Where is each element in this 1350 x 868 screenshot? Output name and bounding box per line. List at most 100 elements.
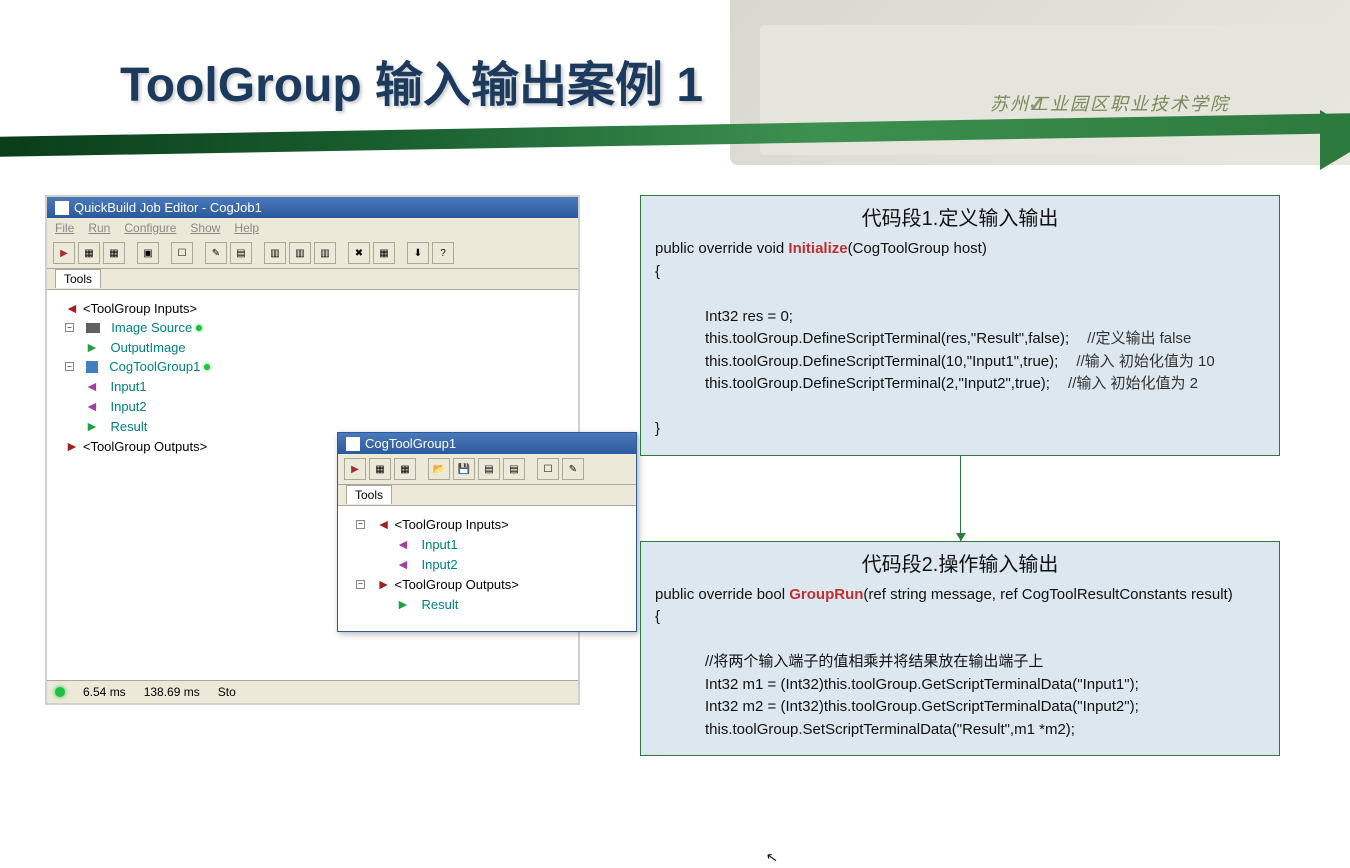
tree-node[interactable]: Input2: [110, 399, 146, 414]
code-text: {: [655, 261, 1265, 284]
help-button[interactable]: ?: [432, 242, 454, 264]
toolbar-btn[interactable]: ▥: [264, 242, 286, 264]
toolbar: ▶ ▦ ▦ ▣ ☐ ✎ ▤ ▥ ▥ ▥ ✖ ▦ ⬇ ?: [47, 238, 578, 269]
toolbar-btn[interactable]: ▤: [230, 242, 252, 264]
arrow-out-icon: ►: [65, 438, 79, 454]
status-dot-icon: [196, 325, 202, 331]
status-dot-icon: [204, 364, 210, 370]
code-keyword: GroupRun: [789, 586, 863, 603]
tree-node[interactable]: Input1: [110, 379, 146, 394]
toolbar-btn[interactable]: ✎: [562, 458, 584, 480]
tree-node[interactable]: Image Source: [111, 320, 192, 335]
tree-node[interactable]: <ToolGroup Inputs>: [83, 301, 197, 316]
code-text: (CogToolGroup host): [848, 240, 987, 257]
arrow-in-icon: ◄: [85, 398, 99, 414]
arrow-out-icon: ►: [377, 576, 391, 592]
toolbar-btn[interactable]: ▦: [369, 458, 391, 480]
code-text: this.toolGroup.SetScriptTerminalData("Re…: [705, 719, 1075, 742]
arrow-in-icon: ◄: [65, 300, 79, 316]
status-time2: 138.69 ms: [144, 685, 200, 699]
menu-run[interactable]: Run: [88, 221, 110, 235]
toolbar-btn[interactable]: ▦: [394, 458, 416, 480]
menu-bar[interactable]: File Run Configure Show Help: [47, 218, 578, 238]
toolbar-btn[interactable]: ⬇: [407, 242, 429, 264]
toolbar-btn[interactable]: ✎: [205, 242, 227, 264]
code-text: this.toolGroup.DefineScriptTerminal(2,"I…: [705, 373, 1050, 396]
toolbar-btn[interactable]: ▤: [503, 458, 525, 480]
tools-tab[interactable]: Tools: [55, 269, 101, 288]
subwin-toolbar: ▶ ▦ ▦ 📂 💾 ▤ ▤ ☐ ✎: [338, 454, 636, 485]
toolbar-btn[interactable]: ▤: [478, 458, 500, 480]
toolbar-btn[interactable]: ▥: [314, 242, 336, 264]
tools-tab[interactable]: Tools: [346, 485, 392, 504]
open-button[interactable]: 📂: [428, 458, 450, 480]
window-titlebar: QuickBuild Job Editor - CogJob1: [47, 197, 578, 218]
subwin-tree[interactable]: − ◄<ToolGroup Inputs> ◄ Input1 ◄ Input2 …: [338, 506, 636, 631]
tree-node[interactable]: Input2: [421, 557, 457, 572]
code-column: 代码段1.定义输入输出 public override void Initial…: [640, 195, 1350, 756]
status-stop: Sto: [218, 685, 236, 699]
code-text: this.toolGroup.DefineScriptTerminal(res,…: [705, 328, 1069, 351]
tree-node[interactable]: <ToolGroup Outputs>: [394, 577, 518, 592]
cursor-icon: ↖: [764, 846, 779, 868]
flow-arrow-icon: [960, 456, 961, 541]
toolgroup-icon: [86, 361, 98, 373]
toolbar-btn[interactable]: ▣: [137, 242, 159, 264]
slide-header: ✓ 苏州工业园区职业技术学院 ToolGroup 输入输出案例 1: [0, 0, 1350, 180]
arrow-out-icon: ►: [396, 596, 410, 612]
code1-title: 代码段1.定义输入输出: [655, 204, 1265, 234]
code-text: Int32 m2 = (Int32)this.toolGroup.GetScri…: [705, 696, 1139, 719]
page-title: ToolGroup 输入输出案例 1: [120, 45, 703, 115]
code-text: this.toolGroup.DefineScriptTerminal(10,"…: [705, 351, 1058, 374]
menu-configure[interactable]: Configure: [124, 221, 176, 235]
code-comment: //输入 初始化值为 2: [1068, 373, 1198, 396]
cogtoolgroup-window: CogToolGroup1 ▶ ▦ ▦ 📂 💾 ▤ ▤ ☐ ✎ Tools − …: [337, 432, 637, 632]
run-button[interactable]: ▶: [53, 242, 75, 264]
code-text: }: [655, 418, 1265, 441]
tree-node[interactable]: CogToolGroup1: [109, 359, 200, 374]
code-text: Int32 m1 = (Int32)this.toolGroup.GetScri…: [705, 674, 1139, 697]
tree-node[interactable]: Result: [110, 419, 147, 434]
toolbar-btn[interactable]: ▦: [373, 242, 395, 264]
collapse-icon[interactable]: −: [356, 520, 365, 529]
code-text: public override void: [655, 240, 788, 257]
app-icon: [55, 201, 69, 215]
code-block-1: 代码段1.定义输入输出 public override void Initial…: [640, 195, 1280, 456]
status-time1: 6.54 ms: [83, 685, 126, 699]
toolbar-btn[interactable]: ✖: [348, 242, 370, 264]
menu-show[interactable]: Show: [190, 221, 220, 235]
menu-file[interactable]: File: [55, 221, 74, 235]
code-text: public override bool: [655, 586, 789, 603]
subwin-tools-tab-bar: Tools: [338, 485, 636, 506]
menu-help[interactable]: Help: [234, 221, 259, 235]
subwin-titlebar: CogToolGroup1: [338, 433, 636, 454]
collapse-icon[interactable]: −: [65, 362, 74, 371]
code-text: {: [655, 606, 1265, 629]
toolbar-btn[interactable]: ▥: [289, 242, 311, 264]
app-icon: [346, 437, 360, 451]
code-text: (ref string message, ref CogToolResultCo…: [863, 586, 1232, 603]
tree-node[interactable]: <ToolGroup Outputs>: [83, 439, 207, 454]
quickbuild-screenshot: QuickBuild Job Editor - CogJob1 File Run…: [45, 195, 580, 705]
toolbar-btn[interactable]: ☐: [171, 242, 193, 264]
toolbar-btn[interactable]: ☐: [537, 458, 559, 480]
status-bar: 6.54 ms 138.69 ms Sto: [47, 680, 578, 703]
tree-node[interactable]: OutputImage: [110, 340, 185, 355]
content-row: QuickBuild Job Editor - CogJob1 File Run…: [45, 195, 1350, 756]
code-text: Int32 res = 0;: [705, 306, 793, 329]
code-comment: //输入 初始化值为 10: [1076, 351, 1214, 374]
tools-tab-bar: Tools: [47, 269, 578, 290]
save-button[interactable]: 💾: [453, 458, 475, 480]
tree-node[interactable]: Result: [421, 597, 458, 612]
toolbar-btn[interactable]: ▦: [78, 242, 100, 264]
tree-node[interactable]: <ToolGroup Inputs>: [394, 517, 508, 532]
run-button[interactable]: ▶: [344, 458, 366, 480]
tree-node[interactable]: Input1: [421, 537, 457, 552]
arrow-icon: [1320, 110, 1350, 170]
subwin-title: CogToolGroup1: [365, 436, 456, 451]
arrow-out-icon: ►: [85, 339, 99, 355]
collapse-icon[interactable]: −: [356, 580, 365, 589]
toolbar-btn[interactable]: ▦: [103, 242, 125, 264]
collapse-icon[interactable]: −: [65, 323, 74, 332]
school-name: 苏州工业园区职业技术学院: [990, 90, 1230, 116]
